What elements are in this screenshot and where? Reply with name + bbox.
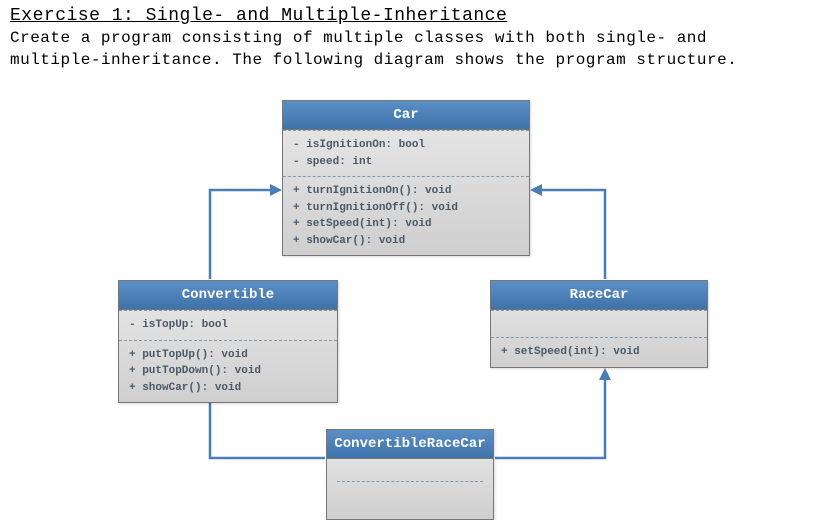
class-attributes: - isIgnitionOn: bool - speed: int [283, 130, 529, 176]
method: + showCar(): void [129, 380, 327, 397]
method: + setSpeed(int): void [501, 344, 697, 361]
arrow-crc-to-convertible [210, 396, 325, 458]
class-title: Car [283, 101, 529, 130]
class-methods: + putTopUp(): void + putTopDown(): void … [119, 340, 337, 403]
method: + setSpeed(int): void [293, 216, 519, 233]
attribute: - isIgnitionOn: bool [293, 137, 519, 154]
exercise-title: Exercise 1: Single- and Multiple-Inherit… [0, 0, 815, 28]
attribute: - isTopUp: bool [129, 317, 327, 334]
class-methods: + turnIgnitionOn(): void + turnIgnitionO… [283, 176, 529, 255]
arrow-crc-to-racecar [495, 374, 605, 458]
diagram-canvas: Car - isIgnitionOn: bool - speed: int + … [0, 70, 815, 508]
method: + putTopUp(): void [129, 347, 327, 364]
method: + turnIgnitionOn(): void [293, 183, 519, 200]
divider [337, 481, 483, 501]
method: + showCar(): void [293, 233, 519, 250]
class-box-convertibleracecar: ConvertibleRaceCar [326, 429, 494, 520]
class-attributes [491, 310, 707, 337]
arrow-convertible-to-car [210, 190, 276, 279]
arrow-racecar-to-car [536, 190, 605, 279]
method: + putTopDown(): void [129, 363, 327, 380]
class-box-racecar: RaceCar + setSpeed(int): void [490, 280, 708, 368]
attribute: - speed: int [293, 154, 519, 171]
class-title: Convertible [119, 281, 337, 310]
class-methods: + setSpeed(int): void [491, 337, 707, 367]
class-box-convertible: Convertible - isTopUp: bool + putTopUp()… [118, 280, 338, 403]
method: + turnIgnitionOff(): void [293, 200, 519, 217]
class-box-car: Car - isIgnitionOn: bool - speed: int + … [282, 100, 530, 256]
class-title: RaceCar [491, 281, 707, 310]
class-attributes: - isTopUp: bool [119, 310, 337, 340]
class-title: ConvertibleRaceCar [327, 430, 493, 459]
